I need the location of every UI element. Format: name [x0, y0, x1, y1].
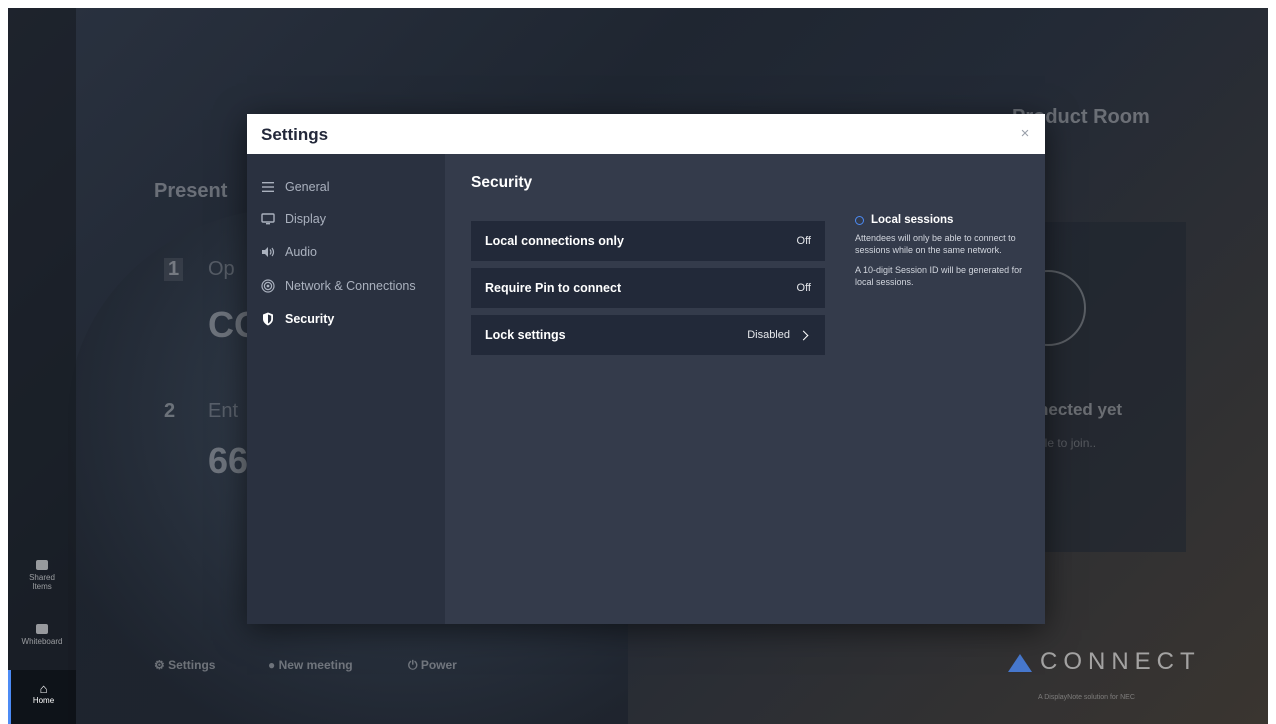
app-screen: Present 1 Op co 2 Ent 66 Product Room ne…: [8, 8, 1268, 724]
home-icon: ⌂: [39, 681, 48, 696]
whiteboard-icon: [36, 624, 48, 634]
whiteboard-tile[interactable]: Whiteboard: [8, 624, 76, 646]
dialog-header: Settings ×: [247, 114, 1045, 154]
require-pin-toggle[interactable]: Require Pin to connect Off: [471, 268, 825, 308]
info-title: Local sessions: [871, 214, 954, 226]
info-dot-icon: [855, 215, 864, 225]
lock-settings-label: Lock settings: [485, 328, 566, 342]
require-pin-label: Require Pin to connect: [485, 281, 622, 295]
local-connections-value: Off: [796, 235, 811, 247]
settings-nav: General Display Audio Network & Connecti…: [247, 154, 445, 624]
local-connections-toggle[interactable]: Local connections only Off: [471, 221, 825, 261]
folder-icon: [36, 560, 48, 570]
brand-triangle-icon: [1008, 653, 1032, 672]
nav-item-network-label: Network & Connections: [285, 279, 416, 293]
brand-name: CONNECT: [1040, 648, 1201, 675]
footer-new-meeting-label: New meeting: [278, 658, 353, 672]
close-button[interactable]: ×: [1015, 124, 1035, 144]
footer-new-meeting-button[interactable]: ● New meeting: [268, 658, 353, 672]
power-icon: ⏻: [408, 658, 418, 672]
invite-people-text: ple to join..: [1038, 436, 1097, 450]
brand-subtitle: A DisplayNote solution for NEC: [1038, 694, 1135, 701]
step1-number: 1: [164, 258, 184, 281]
info-paragraph-2: A 10-digit Session ID will be generated …: [855, 265, 1023, 287]
settings-dialog: Settings × General Display Audio Network…: [247, 114, 1045, 624]
section-title: Security: [471, 174, 533, 191]
brand-logo: CONNECT: [1008, 648, 1201, 676]
nav-item-security[interactable]: Security: [261, 308, 334, 330]
present-heading: Present: [154, 180, 228, 202]
require-pin-value: Off: [796, 282, 811, 294]
lock-settings-row[interactable]: Lock settings Disabled: [471, 315, 825, 355]
footer-settings-label: Settings: [168, 658, 216, 672]
nav-item-display[interactable]: Display: [261, 208, 326, 230]
step2-number: 2: [164, 400, 176, 422]
local-connections-label: Local connections only: [485, 234, 624, 248]
lock-settings-value-wrap: Disabled: [747, 329, 811, 341]
chevron-right-icon: [798, 330, 809, 340]
step2-code: 66: [208, 440, 249, 481]
shared-items-label: Shared Items: [29, 573, 55, 591]
home-tile[interactable]: ⌂ Home: [8, 670, 76, 724]
nav-item-audio[interactable]: Audio: [261, 241, 317, 263]
whiteboard-label: Whiteboard: [21, 637, 63, 646]
signal-icon: [261, 279, 275, 293]
monitor-icon: [261, 212, 275, 226]
home-label: Home: [32, 696, 55, 705]
footer-power-button[interactable]: ⏻ Power: [408, 658, 457, 673]
gear-icon: ⚙: [154, 658, 165, 672]
lock-settings-value: Disabled: [747, 329, 790, 341]
nav-item-display-label: Display: [285, 212, 326, 226]
speaker-icon: [261, 245, 275, 259]
no-one-connected-text: nected yet: [1038, 400, 1123, 419]
dialog-title: Settings: [261, 125, 329, 144]
step1-text: Op: [208, 258, 235, 280]
shared-items-tile[interactable]: Shared Items: [8, 560, 76, 591]
nav-item-network[interactable]: Network & Connections: [261, 275, 416, 297]
close-icon: ×: [1020, 125, 1030, 142]
shield-icon: [261, 312, 275, 326]
info-panel: Local sessions Attendees will only be ab…: [855, 214, 1025, 296]
step2-text: Ent: [208, 400, 239, 422]
list-icon: [261, 180, 275, 194]
info-heading: Local sessions: [855, 214, 1025, 226]
nav-item-general[interactable]: General: [261, 176, 329, 198]
info-paragraph-1: Attendees will only be able to connect t…: [855, 233, 1016, 255]
plus-circle-icon: ●: [268, 658, 276, 672]
nav-item-security-label: Security: [285, 312, 335, 326]
settings-content: Security Local connections only Off Requ…: [445, 154, 1045, 624]
nav-item-general-label: General: [285, 180, 330, 194]
nav-item-audio-label: Audio: [285, 245, 317, 259]
footer-power-label: Power: [420, 658, 457, 672]
footer-settings-button[interactable]: ⚙ Settings: [154, 658, 215, 672]
left-rail: [8, 8, 76, 724]
